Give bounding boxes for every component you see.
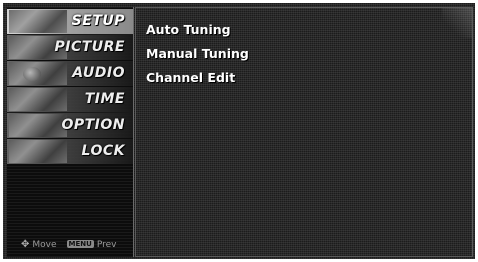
menu-item-label: OPTION (61, 117, 125, 133)
submenu-list: Auto Tuning Manual Tuning Channel Edit (146, 18, 249, 90)
menu-item-option[interactable]: OPTION (7, 113, 133, 138)
menu-item-label: AUDIO (72, 65, 125, 81)
submenu-item-channel-edit[interactable]: Channel Edit (146, 66, 249, 90)
setup-thumbnail (9, 10, 67, 33)
option-thumbnail (9, 114, 67, 137)
submenu-item-manual-tuning[interactable]: Manual Tuning (146, 42, 249, 66)
lock-thumbnail (9, 140, 67, 163)
menu-item-time[interactable]: TIME (7, 87, 133, 112)
submenu-panel: Auto Tuning Manual Tuning Channel Edit (135, 7, 473, 257)
menu-item-lock[interactable]: LOCK (7, 139, 133, 164)
move-hint-label: Move (32, 240, 57, 250)
time-thumbnail (9, 88, 67, 111)
submenu-item-auto-tuning[interactable]: Auto Tuning (146, 18, 249, 42)
audio-thumbnail (9, 62, 67, 85)
menu-item-picture[interactable]: PICTURE (7, 35, 133, 60)
menu-item-audio[interactable]: AUDIO (7, 61, 133, 86)
menu-key-icon: MENU (66, 240, 94, 248)
tv-menu-screen: SETUP PICTURE AUDIO TIME OPTION LOCK ✥ M… (3, 3, 475, 259)
arrows-icon: ✥ (21, 239, 30, 250)
speaker-icon (23, 67, 41, 81)
navigation-hint: ✥ Move MENU Prev (21, 239, 116, 250)
menu-item-setup[interactable]: SETUP (7, 9, 133, 34)
menu-item-label: SETUP (71, 13, 125, 29)
prev-hint-label: Prev (96, 240, 117, 250)
menu-item-label: TIME (84, 91, 125, 107)
main-menu: SETUP PICTURE AUDIO TIME OPTION LOCK ✥ M… (7, 7, 134, 257)
menu-item-label: LOCK (81, 143, 125, 159)
menu-item-label: PICTURE (54, 39, 125, 55)
